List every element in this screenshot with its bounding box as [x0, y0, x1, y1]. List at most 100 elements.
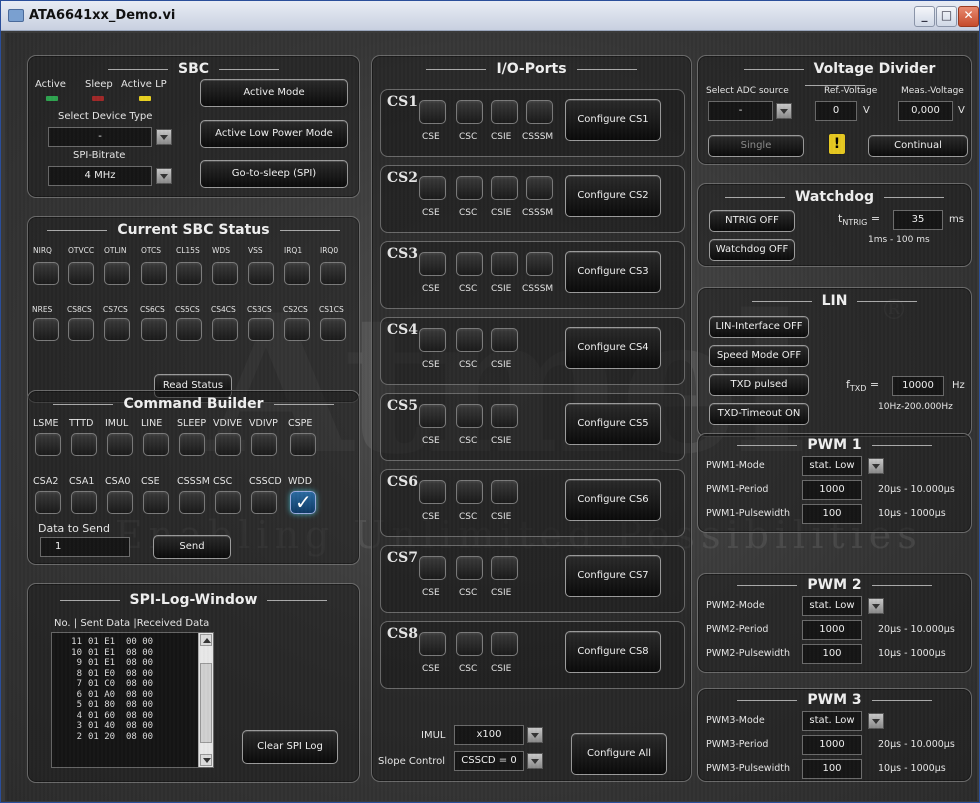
f-txd-input[interactable]: 10000 [892, 376, 944, 396]
pwm-pw-value[interactable]: 100 [802, 504, 862, 524]
cs-toggle-csc[interactable] [456, 632, 483, 656]
configure-cs4-button[interactable]: Configure CS4 [565, 327, 661, 369]
minimize-button[interactable]: _ [914, 6, 935, 27]
cs-toggle-csssm[interactable] [526, 100, 553, 124]
spi-log-scrollbar[interactable] [198, 633, 213, 767]
cmd-toggle-line[interactable] [143, 433, 169, 456]
chevron-down-icon[interactable] [868, 458, 884, 474]
cs-toggle-cse[interactable] [419, 556, 446, 580]
pwm-mode-value[interactable]: stat. Low [802, 596, 862, 616]
pwm-mode-value[interactable]: stat. Low [802, 711, 862, 731]
cs-toggle-cse[interactable] [419, 480, 446, 504]
configure-cs5-button[interactable]: Configure CS5 [565, 403, 661, 445]
send-button[interactable]: Send [153, 535, 231, 559]
pwm-mode-value[interactable]: stat. Low [802, 456, 862, 476]
cs-toggle-csie[interactable] [491, 252, 518, 276]
clear-spi-log-button[interactable]: Clear SPI Log [242, 730, 338, 764]
cs-toggle-cse[interactable] [419, 100, 446, 124]
spi-log-list[interactable]: 11 01 E1 00 00 10 01 E1 08 00 9 01 E1 08 00 8 01 E… [51, 632, 214, 768]
cmd-toggle-csa2[interactable] [35, 491, 61, 514]
cmd-toggle-csc[interactable] [215, 491, 241, 514]
imul-select[interactable]: x100 [454, 725, 524, 745]
pwm-period: PWM3-Period [706, 739, 769, 750]
configure-cs2-button[interactable]: Configure CS2 [565, 175, 661, 217]
cmd-toggle-csssm[interactable] [179, 491, 205, 514]
cs-toggle-csie[interactable] [491, 328, 518, 352]
cmd-toggle-vdivp[interactable] [251, 433, 277, 456]
cs-toggle-csie[interactable] [491, 404, 518, 428]
cs-toggle-csc[interactable] [456, 556, 483, 580]
pwm-pw-value[interactable]: 100 [802, 759, 862, 779]
cmd-toggle-wdd[interactable] [290, 490, 316, 514]
cmd-toggle-imul[interactable] [107, 433, 133, 456]
cs-toggle-cse[interactable] [419, 404, 446, 428]
lin-interface-button[interactable]: LIN-Interface OFF [709, 316, 809, 338]
configure-cs8-button[interactable]: Configure CS8 [565, 631, 661, 673]
scroll-down-icon[interactable] [200, 754, 212, 766]
ntrig-button[interactable]: NTRIG OFF [709, 210, 795, 232]
cmd-toggle-cse[interactable] [143, 491, 169, 514]
cmd-toggle-vdive[interactable] [215, 433, 241, 456]
cs-toggle-csie[interactable] [491, 632, 518, 656]
spi-bitrate-select[interactable]: 4 MHz [48, 166, 152, 186]
cs-toggle-cse[interactable] [419, 176, 446, 200]
txd-timeout-button[interactable]: TXD-Timeout ON [709, 403, 809, 425]
active-low-power-button[interactable]: Active Low Power Mode [200, 120, 348, 148]
cs-toggle-cse[interactable] [419, 328, 446, 352]
cs-toggle-csc[interactable] [456, 404, 483, 428]
cmd-toggle-sleep[interactable] [179, 433, 205, 456]
maximize-button[interactable]: □ [936, 6, 957, 27]
cs-toggle-csc[interactable] [456, 480, 483, 504]
cs-toggle-csie[interactable] [491, 100, 518, 124]
go-to-sleep-button[interactable]: Go-to-sleep (SPI) [200, 160, 348, 188]
cs-toggle-csc[interactable] [456, 252, 483, 276]
cmd-toggle-cspe[interactable] [290, 433, 316, 456]
pwm-period-value[interactable]: 1000 [802, 480, 862, 500]
cs-toggle-csie[interactable] [491, 480, 518, 504]
data-to-send-input[interactable]: 1 [40, 537, 130, 557]
chevron-down-icon[interactable] [527, 727, 543, 743]
continual-button[interactable]: Continual [868, 135, 968, 157]
cs-toggle-csie[interactable] [491, 176, 518, 200]
speed-mode-button[interactable]: Speed Mode OFF [709, 345, 809, 367]
configure-cs3-button[interactable]: Configure CS3 [565, 251, 661, 293]
t-ntrig-input[interactable]: 35 [893, 210, 943, 230]
cmd-toggle-csa1[interactable] [71, 491, 97, 514]
cs-toggle-csc[interactable] [456, 176, 483, 200]
configure-cs1-button[interactable]: Configure CS1 [565, 99, 661, 141]
slope-control-select[interactable]: CSSCD = 0 [454, 751, 524, 771]
chevron-down-icon[interactable] [776, 103, 792, 119]
cs-toggle-csssm[interactable] [526, 252, 553, 276]
txd-pulsed-button[interactable]: TXD pulsed [709, 374, 809, 396]
configure-cs6-button[interactable]: Configure CS6 [565, 479, 661, 521]
single-button[interactable]: Single [708, 135, 804, 157]
cs-toggle-csssm[interactable] [526, 176, 553, 200]
chevron-down-icon[interactable] [868, 598, 884, 614]
pwm-period-value[interactable]: 1000 [802, 620, 862, 640]
configure-cs7-button[interactable]: Configure CS7 [565, 555, 661, 597]
scroll-thumb[interactable] [200, 663, 212, 743]
device-type-select[interactable]: - [48, 127, 152, 147]
cs-toggle-csc[interactable] [456, 100, 483, 124]
chevron-down-icon[interactable] [156, 168, 172, 184]
cmd-toggle-tttd[interactable] [71, 433, 97, 456]
cs-toggle-cse[interactable] [419, 252, 446, 276]
chevron-down-icon[interactable] [868, 713, 884, 729]
cs-toggle-cse[interactable] [419, 632, 446, 656]
adc-source-select[interactable]: - [708, 101, 773, 121]
cmd-toggle-lsme[interactable] [35, 433, 61, 456]
cmd-toggle-csscd[interactable] [251, 491, 277, 514]
configure-all-button[interactable]: Configure All [571, 733, 667, 775]
cs-toggle-csc[interactable] [456, 328, 483, 352]
pwm-period-value[interactable]: 1000 [802, 735, 862, 755]
chevron-down-icon[interactable] [156, 129, 172, 145]
pwm-pw-value[interactable]: 100 [802, 644, 862, 664]
meas-voltage-label: Meas.-Voltage [901, 86, 964, 96]
chevron-down-icon[interactable] [527, 753, 543, 769]
cmd-toggle-csa0[interactable] [107, 491, 133, 514]
cs-toggle-csie[interactable] [491, 556, 518, 580]
scroll-up-icon[interactable] [200, 634, 212, 646]
active-mode-button[interactable]: Active Mode [200, 79, 348, 107]
watchdog-toggle-button[interactable]: Watchdog OFF [709, 239, 795, 261]
close-button[interactable]: ✕ [958, 6, 979, 27]
